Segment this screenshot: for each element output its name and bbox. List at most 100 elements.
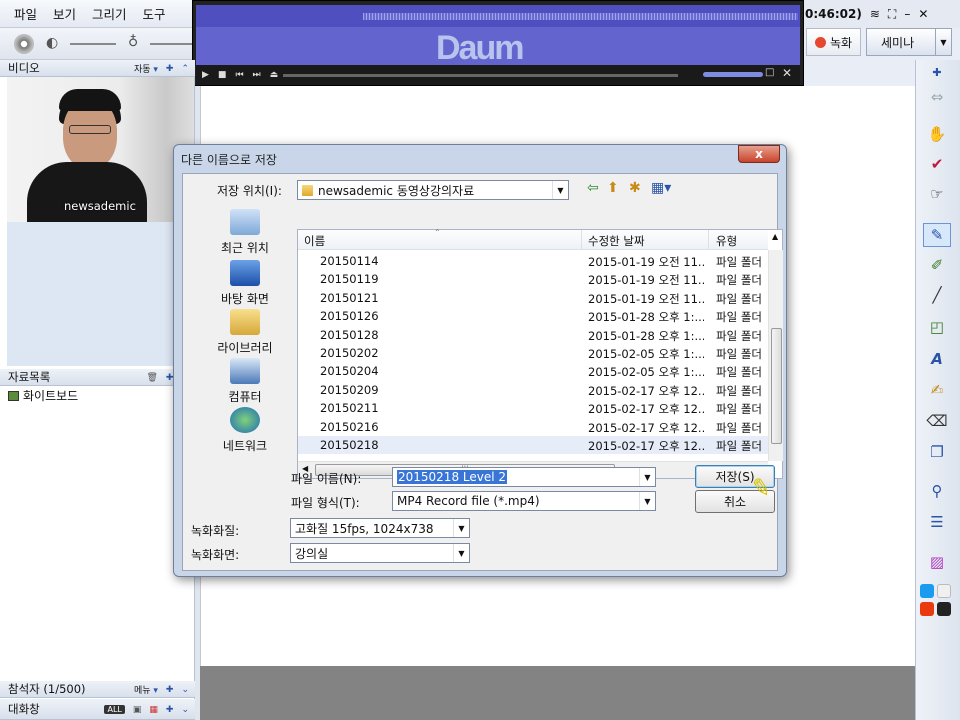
column-name[interactable]: 이름 — [304, 233, 325, 249]
pen-icon[interactable]: ✎ — [923, 223, 951, 247]
color-swatch-red[interactable] — [920, 602, 934, 616]
menu-draw[interactable]: 그리기 — [84, 4, 135, 23]
stop-icon[interactable]: ■ — [218, 70, 227, 80]
window-minimize-icon[interactable]: – — [904, 7, 910, 21]
record-button[interactable]: 녹화 — [806, 28, 861, 56]
filetype-select[interactable]: MP4 Record file (*.mp4) ▼ — [392, 491, 656, 511]
clipboard-icon[interactable]: ❐ — [923, 440, 951, 464]
expand-icon[interactable]: ⌄ — [181, 685, 189, 695]
window-restore-icon[interactable]: ⛶ — [888, 7, 896, 22]
media-player: Daum ▶ ■ ⏮ ⏭ ⏏ □ ✕ — [192, 0, 804, 86]
webcam-icon[interactable] — [14, 34, 34, 54]
color-icon[interactable]: ▦ — [149, 705, 158, 715]
zoom-icon[interactable]: ⚲ — [923, 479, 951, 503]
back-icon[interactable]: ⇦ — [587, 180, 599, 196]
column-date[interactable]: 수정한 날짜 — [588, 233, 645, 249]
pin-icon[interactable]: ✚ — [166, 64, 174, 74]
minimize-icon[interactable]: □ — [765, 67, 774, 78]
pointer-icon[interactable]: ☞ — [923, 182, 951, 206]
file-row[interactable]: 20150121 2015-01-19 오전 11... 파일 폴더 — [298, 289, 768, 307]
file-row[interactable]: 20150216 2015-02-17 오후 12... 파일 폴더 — [298, 418, 768, 436]
mode-select[interactable]: 세미나 ▼ — [866, 28, 952, 56]
menu-tools[interactable]: 도구 — [135, 4, 174, 23]
note-icon[interactable]: ✍ — [923, 378, 951, 402]
microphone-icon[interactable]: ♁ — [128, 34, 138, 50]
highlighter-icon[interactable]: ✐ — [923, 253, 951, 277]
hand-icon[interactable]: ✋ — [923, 122, 951, 146]
filename-input[interactable]: 20150218 Level 2 ▼ — [392, 467, 656, 487]
mode-select-label: 세미나 — [881, 35, 915, 50]
trash-icon[interactable]: 🗑 — [146, 373, 157, 383]
chevron-down-icon[interactable]: ▼ — [639, 468, 655, 486]
pin-icon[interactable]: ✚ — [923, 60, 951, 84]
view-menu-icon[interactable]: ▦▾ — [651, 180, 671, 196]
color-swatch-blue[interactable] — [920, 584, 934, 598]
color-picker-icon[interactable]: ▨ — [923, 550, 951, 574]
file-list-header: 이름 ⌃ 수정한 날짜 유형 ▲ — [298, 228, 778, 250]
player-progress-track[interactable] — [196, 5, 800, 27]
dialog-close-button[interactable]: x — [738, 145, 780, 163]
up-folder-icon[interactable]: ⬆ — [607, 180, 619, 196]
place-libraries[interactable]: 라이브러리 — [211, 309, 279, 356]
pin-icon[interactable]: ✚ — [166, 685, 174, 695]
participants-menu[interactable]: 메뉴 ▾ — [134, 683, 158, 696]
play-icon[interactable]: ▶ — [202, 70, 209, 80]
close-icon[interactable]: ✕ — [782, 66, 792, 80]
place-desktop[interactable]: 바탕 화면 — [211, 260, 279, 307]
shape-icon[interactable]: ◰ — [923, 315, 951, 339]
video-mode-select[interactable]: 자동 ▾ — [134, 62, 158, 75]
file-row[interactable]: 20150218 2015-02-17 오후 12... 파일 폴더 — [298, 436, 768, 454]
color-swatch-white[interactable] — [937, 584, 951, 598]
eject-icon[interactable]: ⏏ — [270, 70, 279, 80]
chevron-down-icon[interactable]: ▼ — [453, 544, 469, 562]
file-row[interactable]: 20150211 2015-02-17 오후 12... 파일 폴더 — [298, 399, 768, 417]
vertical-scroll-thumb[interactable] — [771, 328, 782, 444]
collapse-icon[interactable]: ⌃ — [181, 64, 189, 74]
arrows-icon[interactable]: ⇔ — [923, 85, 951, 109]
prev-icon[interactable]: ⏮ — [235, 70, 243, 80]
speaker-icon[interactable]: ◐ — [46, 35, 58, 51]
chat-all-badge[interactable]: ALL — [104, 705, 125, 714]
file-row[interactable]: 20150114 2015-01-19 오전 11... 파일 폴더 — [298, 252, 768, 270]
player-seek-bar[interactable] — [283, 74, 678, 77]
file-row[interactable]: 20150126 2015-01-28 오후 1:... 파일 폴더 — [298, 307, 768, 325]
save-icon[interactable]: ▣ — [133, 705, 142, 715]
speaker-volume-slider[interactable] — [70, 43, 116, 45]
player-volume-slider[interactable] — [703, 72, 763, 77]
file-row[interactable]: 20150209 2015-02-17 오후 12... 파일 폴더 — [298, 381, 768, 399]
chevron-down-icon[interactable]: ▼ — [935, 29, 951, 55]
next-icon[interactable]: ⏭ — [253, 70, 261, 80]
check-icon[interactable]: ✔ — [923, 152, 951, 176]
file-type: 파일 폴더 — [716, 439, 762, 453]
screen-select[interactable]: 강의실 ▼ — [290, 543, 470, 563]
menu-file[interactable]: 파일 — [6, 4, 45, 23]
eraser-icon[interactable]: ⌫ — [923, 409, 951, 433]
column-type[interactable]: 유형 — [716, 233, 737, 249]
chevron-down-icon[interactable]: ▼ — [639, 492, 655, 510]
pin-icon[interactable]: ✚ — [166, 705, 174, 715]
file-row[interactable]: 20150202 2015-02-05 오후 1:... 파일 폴더 — [298, 344, 768, 362]
vertical-scrollbar[interactable] — [768, 250, 783, 461]
menu-view[interactable]: 보기 — [45, 4, 84, 23]
chevron-down-icon[interactable]: ▼ — [453, 519, 469, 537]
color-swatch-black[interactable] — [937, 602, 951, 616]
chevron-down-icon[interactable]: ▼ — [552, 181, 568, 199]
quality-select[interactable]: 고화질 15fps, 1024x738 ▼ — [290, 518, 470, 538]
file-row[interactable]: 20150128 2015-01-28 오후 1:... 파일 폴더 — [298, 326, 768, 344]
scroll-up-icon[interactable]: ▲ — [772, 232, 778, 241]
line-width-icon[interactable]: ☰ — [923, 510, 951, 534]
place-recent[interactable]: 최근 위치 — [211, 209, 279, 256]
file-row[interactable]: 20150204 2015-02-05 오후 1:... 파일 폴더 — [298, 362, 768, 380]
text-icon[interactable]: A — [923, 347, 951, 371]
window-close-icon[interactable]: ✕ — [918, 7, 928, 21]
file-date: 2015-01-28 오후 1:... — [588, 328, 704, 343]
file-row[interactable]: 20150119 2015-01-19 오전 11... 파일 폴더 — [298, 270, 768, 288]
line-icon[interactable]: ╱ — [923, 283, 951, 307]
save-in-select[interactable]: newsademic 동영상강의자료 ▼ — [297, 180, 569, 200]
mic-volume-slider[interactable] — [150, 43, 192, 45]
expand-icon[interactable]: ⌄ — [181, 705, 189, 715]
place-computer[interactable]: 컴퓨터 — [211, 358, 279, 405]
file-list-item[interactable]: 화이트보드 — [8, 387, 78, 404]
new-folder-icon[interactable]: ✱ — [629, 180, 641, 196]
place-network[interactable]: 네트워크 — [211, 407, 279, 454]
